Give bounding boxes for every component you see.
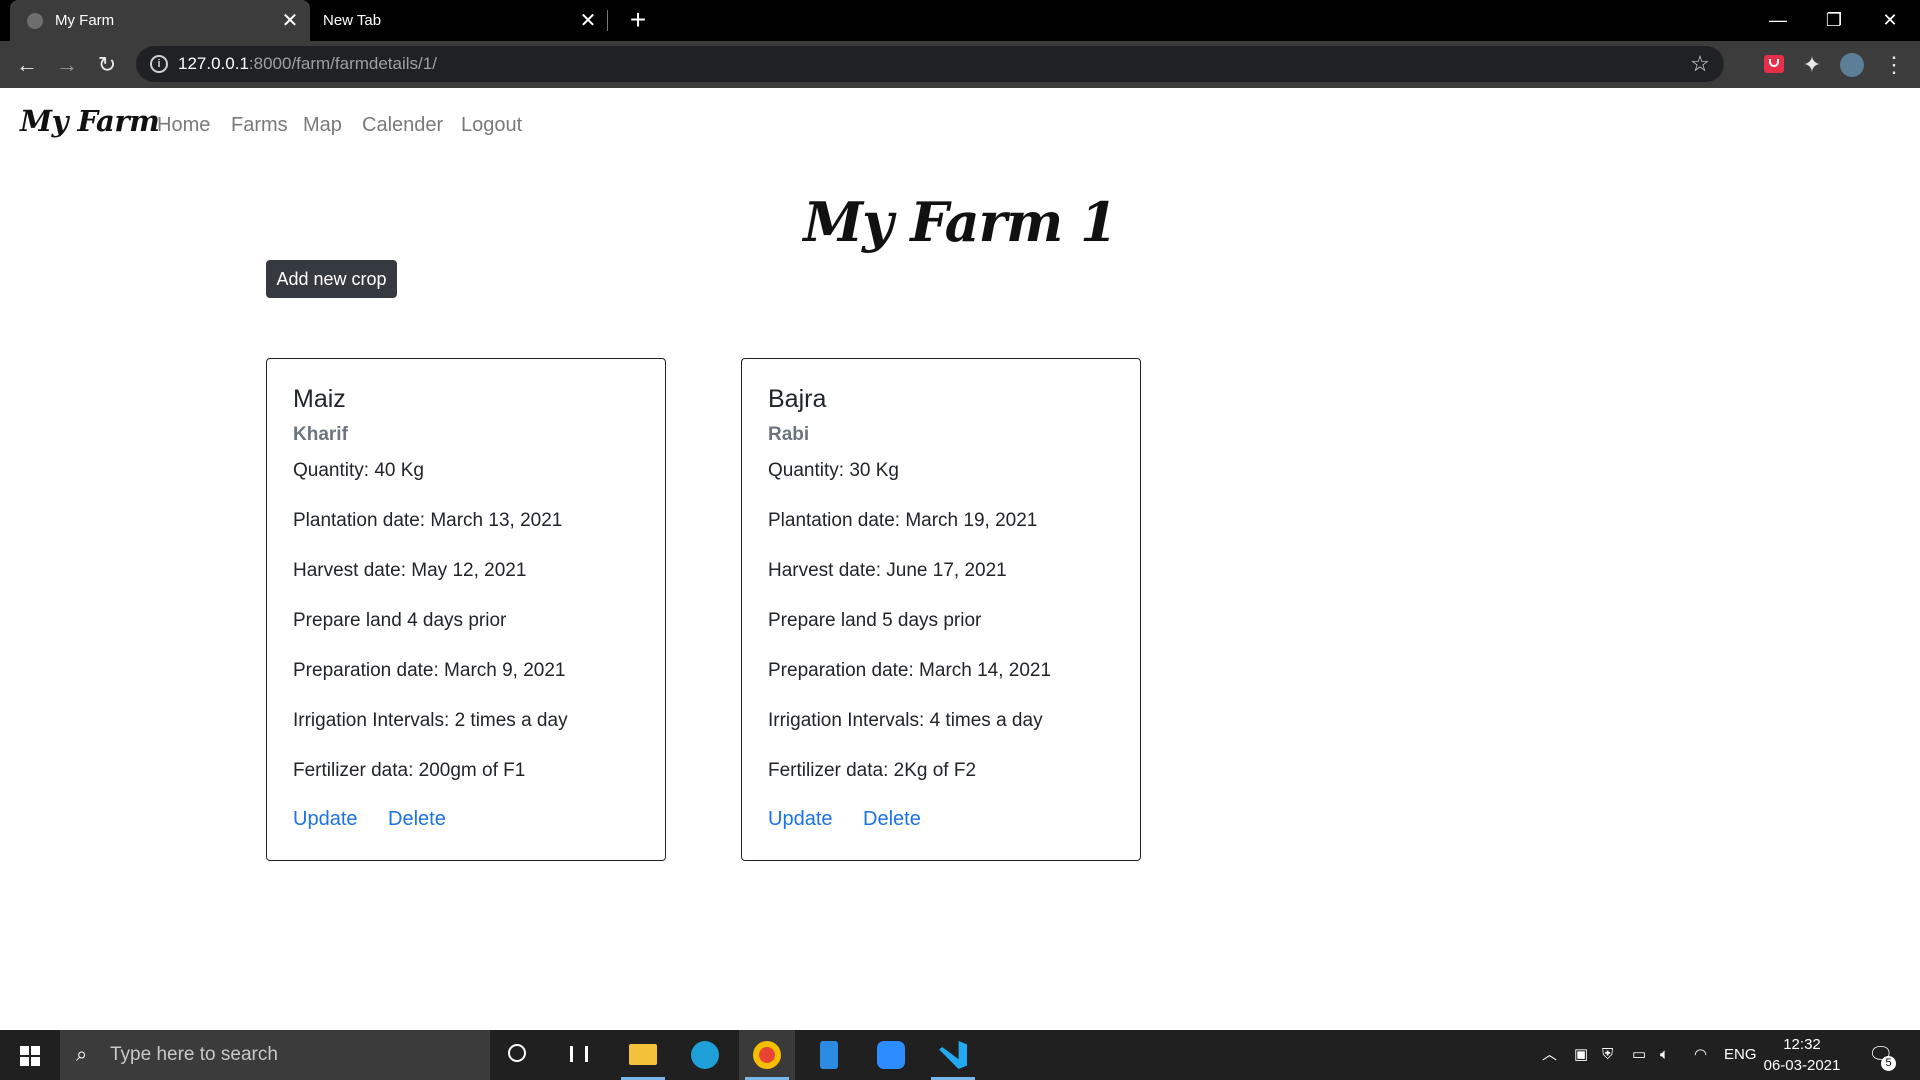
- update-link[interactable]: Update: [293, 808, 358, 831]
- crop-name: Bajra: [768, 385, 827, 413]
- add-new-crop-button[interactable]: Add new crop: [266, 260, 397, 298]
- notification-count-badge: 5: [1881, 1056, 1896, 1071]
- forward-arrow-icon[interactable]: →: [51, 49, 83, 81]
- more-menu-icon[interactable]: ⋮: [1878, 49, 1910, 81]
- crop-prepare-land: Prepare land 4 days prior: [293, 610, 507, 631]
- globe-icon: [27, 12, 43, 29]
- task-view-icon[interactable]: [552, 1030, 608, 1080]
- url-text[interactable]: 127.0.0.1:8000/farm/farmdetails/1/: [178, 46, 437, 82]
- crop-prepare-land: Prepare land 5 days prior: [768, 610, 982, 631]
- crop-irrigation: Irrigation Intervals: 2 times a day: [293, 710, 568, 731]
- puzzle-extensions-icon[interactable]: ✦: [1796, 49, 1828, 81]
- new-tab-button[interactable]: +: [624, 6, 652, 34]
- pocket-extension-icon[interactable]: [1764, 55, 1784, 73]
- browser-toolbar: ← → ↻ i 127.0.0.1:8000/farm/farmdetails/…: [0, 41, 1920, 88]
- url-host: 127.0.0.1: [178, 54, 249, 73]
- page-title: My Farm 1: [803, 190, 1117, 254]
- restore-icon[interactable]: ❐: [1806, 0, 1862, 41]
- chrome-icon[interactable]: [739, 1030, 795, 1080]
- crop-fertilizer: Fertilizer data: 2Kg of F2: [768, 760, 977, 781]
- crop-preparation-date: Preparation date: March 14, 2021: [768, 660, 1052, 681]
- meet-now-icon[interactable]: ▣: [1574, 1030, 1588, 1080]
- nav-farms[interactable]: Farms: [231, 114, 288, 137]
- crop-name: Maiz: [293, 385, 346, 413]
- battery-icon[interactable]: ▭: [1632, 1030, 1646, 1080]
- crop-quantity: Quantity: 40 Kg: [293, 460, 424, 481]
- minimize-icon[interactable]: —: [1750, 0, 1806, 41]
- close-tab-icon[interactable]: ✕: [276, 11, 304, 31]
- brand-logo[interactable]: My Farm: [20, 104, 160, 138]
- address-bar[interactable]: i 127.0.0.1:8000/farm/farmdetails/1/ ☆: [136, 46, 1724, 82]
- crop-plantation-date: Plantation date: March 13, 2021: [293, 510, 563, 531]
- tab-my-farm[interactable]: My Farm ✕: [10, 0, 310, 41]
- zoom-icon[interactable]: [863, 1030, 919, 1080]
- url-path: :8000/farm/farmdetails/1/: [248, 54, 437, 73]
- windows-start-icon[interactable]: [20, 1046, 40, 1066]
- crop-season: Kharif: [293, 424, 348, 445]
- browser-tab-strip: My Farm ✕ New Tab ✕ + — ❐ ✕: [0, 0, 1920, 41]
- back-arrow-icon[interactable]: ←: [11, 49, 43, 81]
- delete-link[interactable]: Delete: [863, 808, 921, 831]
- bookmark-star-icon[interactable]: ☆: [1684, 48, 1716, 80]
- notifications-icon[interactable]: 🗨︎: [1868, 1030, 1893, 1080]
- taskbar-clock[interactable]: 12:32 06-03-2021: [1760, 1034, 1844, 1076]
- crop-preparation-date: Preparation date: March 9, 2021: [293, 660, 566, 681]
- close-window-icon[interactable]: ✕: [1862, 0, 1918, 41]
- tab-title: New Tab: [323, 12, 382, 29]
- security-icon[interactable]: ⛨: [1602, 1030, 1613, 1080]
- reload-icon[interactable]: ↻: [91, 49, 123, 81]
- nav-calender[interactable]: Calender: [362, 114, 443, 137]
- cortana-icon[interactable]: [491, 1030, 547, 1080]
- crop-fertilizer: Fertilizer data: 200gm of F1: [293, 760, 526, 781]
- crop-card: Bajra Rabi Quantity: 30 Kg Plantation da…: [741, 358, 1141, 861]
- edge-icon[interactable]: [677, 1030, 733, 1080]
- nav-home[interactable]: Home: [157, 114, 210, 137]
- update-link[interactable]: Update: [768, 808, 833, 831]
- volume-icon[interactable]: 🔈︎: [1660, 1030, 1669, 1080]
- clock-time: 12:32: [1783, 1036, 1821, 1053]
- crop-season: Rabi: [768, 424, 810, 445]
- taskbar-search-box[interactable]: ⌕ Type here to search: [60, 1030, 490, 1080]
- crop-harvest-date: Harvest date: May 12, 2021: [293, 560, 527, 581]
- site-info-icon[interactable]: i: [150, 55, 168, 73]
- search-placeholder: Type here to search: [110, 1044, 278, 1065]
- windows-taskbar: ⌕ Type here to search ︿ ▣ ⛨ ▭ 🔈︎ ◠ ENG 1…: [0, 1030, 1920, 1080]
- crop-quantity: Quantity: 30 Kg: [768, 460, 899, 481]
- language-indicator[interactable]: ENG: [1724, 1030, 1757, 1080]
- site-navbar: My Farm Home Farms Map Calender Logout: [0, 88, 1920, 162]
- profile-avatar[interactable]: [1840, 53, 1864, 77]
- tray-chevron-icon[interactable]: ︿: [1542, 1030, 1557, 1080]
- delete-link[interactable]: Delete: [388, 808, 446, 831]
- tab-divider: [607, 10, 608, 31]
- phone-app-icon[interactable]: [801, 1030, 857, 1080]
- file-explorer-icon[interactable]: [615, 1030, 671, 1080]
- wifi-icon[interactable]: ◠: [1694, 1030, 1707, 1080]
- tab-new-tab[interactable]: New Tab ✕: [310, 0, 608, 41]
- clock-date: 06-03-2021: [1763, 1057, 1841, 1074]
- close-tab-icon[interactable]: ✕: [574, 11, 602, 31]
- crop-card: Maiz Kharif Quantity: 40 Kg Plantation d…: [266, 358, 666, 861]
- crop-harvest-date: Harvest date: June 17, 2021: [768, 560, 1007, 581]
- search-icon: ⌕: [76, 1044, 88, 1066]
- tab-title: My Farm: [55, 12, 115, 29]
- nav-logout[interactable]: Logout: [461, 114, 522, 137]
- nav-map[interactable]: Map: [303, 114, 342, 137]
- crop-plantation-date: Plantation date: March 19, 2021: [768, 510, 1038, 531]
- crop-irrigation: Irrigation Intervals: 4 times a day: [768, 710, 1043, 731]
- vscode-icon[interactable]: [925, 1030, 981, 1080]
